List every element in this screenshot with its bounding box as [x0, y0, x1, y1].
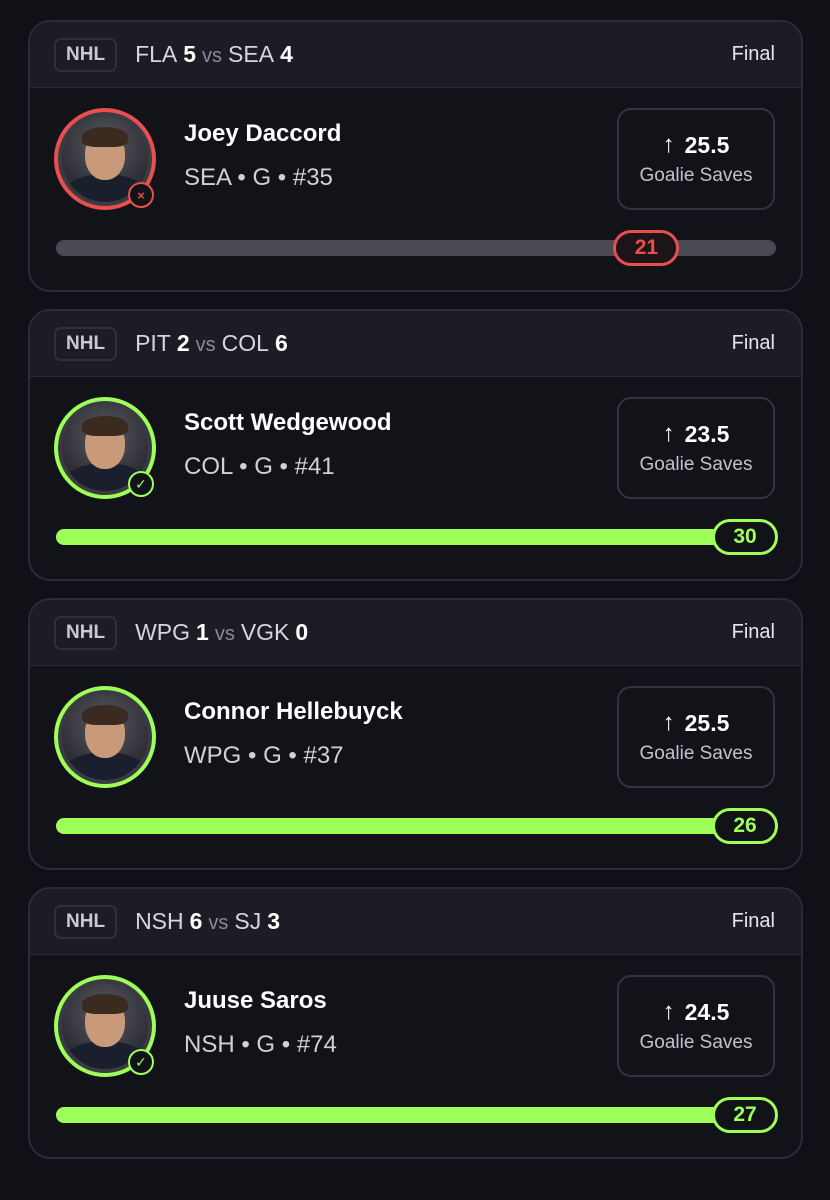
player-name[interactable]: Joey Daccord — [184, 120, 341, 148]
arrow-up-icon: ↑ — [662, 420, 675, 447]
progress-bar: 27 — [56, 1097, 778, 1133]
away-team: WPG — [135, 619, 191, 645]
stat-label: Goalie Saves — [639, 165, 753, 186]
game-status: Final — [731, 332, 775, 354]
player-photo — [62, 694, 148, 780]
game-status: Final — [731, 910, 775, 932]
player-avatar[interactable] — [54, 686, 156, 788]
prop-line-value: 25.5 — [684, 131, 730, 158]
check-icon: ✓ — [128, 471, 154, 497]
pick-card[interactable]: NHL FLA 5 vs SEA 4 Final × Joey Daccord … — [28, 20, 803, 292]
player-name[interactable]: Connor Hellebuyck — [184, 698, 403, 726]
home-score: 0 — [295, 619, 309, 645]
league-badge: NHL — [54, 37, 118, 72]
home-score: 6 — [274, 330, 288, 356]
arrow-up-icon: ↑ — [662, 131, 675, 158]
progress-bar: 26 — [56, 808, 778, 844]
prop-line-value: 25.5 — [684, 709, 730, 736]
progress-fill — [56, 1107, 776, 1123]
check-icon: ✓ — [128, 1049, 154, 1075]
prop-line-box: ↑ 24.5 Goalie Saves — [617, 975, 775, 1077]
away-score: 2 — [176, 330, 190, 356]
league-badge: NHL — [54, 326, 118, 361]
away-team: NSH — [135, 908, 184, 934]
prop-line-value: 24.5 — [684, 998, 730, 1025]
home-score: 3 — [267, 908, 281, 934]
game-header: NHL PIT 2 vs COL 6 Final — [30, 311, 801, 377]
game-header: NHL NSH 6 vs SJ 3 Final — [30, 889, 801, 955]
game-status: Final — [731, 621, 775, 643]
vs-label: vs — [214, 623, 235, 645]
player-info: COL • G • #41 — [184, 453, 335, 480]
home-score: 4 — [280, 41, 293, 67]
progress-bar: 21 — [56, 230, 776, 266]
pick-card[interactable]: NHL WPG 1 vs VGK 0 Final Connor Hellebuy… — [28, 598, 803, 870]
away-team: PIT — [135, 330, 171, 356]
game-header: NHL FLA 5 vs SEA 4 Final — [30, 22, 801, 88]
home-team: SEA — [228, 41, 275, 67]
vs-label: vs — [195, 334, 216, 356]
stat-label: Goalie Saves — [639, 743, 753, 764]
matchup: WPG 1 vs VGK 0 — [135, 619, 308, 646]
pick-card[interactable]: NHL PIT 2 vs COL 6 Final ✓ Scott Wedgewo… — [28, 309, 803, 581]
player-name[interactable]: Juuse Saros — [184, 987, 327, 1015]
pick-results-list: NHL FLA 5 vs SEA 4 Final × Joey Daccord … — [28, 20, 803, 1176]
matchup: NSH 6 vs SJ 3 — [135, 908, 280, 935]
result-value: 27 — [712, 1097, 778, 1133]
x-icon: × — [128, 182, 154, 208]
matchup: FLA 5 vs SEA 4 — [135, 41, 293, 68]
away-score: 5 — [183, 41, 197, 67]
player-info: NSH • G • #74 — [184, 1031, 337, 1058]
player-avatar[interactable]: ✓ — [54, 975, 156, 1077]
prop-line-box: ↑ 23.5 Goalie Saves — [617, 397, 775, 499]
result-value: 26 — [712, 808, 778, 844]
player-avatar[interactable]: × — [54, 108, 156, 210]
stat-label: Goalie Saves — [639, 454, 753, 475]
prop-line-value: 23.5 — [684, 420, 730, 447]
matchup: PIT 2 vs COL 6 — [135, 330, 288, 357]
result-value: 30 — [712, 519, 778, 555]
home-team: SJ — [234, 908, 262, 934]
league-badge: NHL — [54, 615, 118, 650]
progress-fill — [56, 818, 776, 834]
away-team: FLA — [135, 41, 178, 67]
game-status: Final — [731, 43, 775, 65]
progress-fill — [56, 529, 776, 545]
prop-line-box: ↑ 25.5 Goalie Saves — [617, 686, 775, 788]
player-info: WPG • G • #37 — [184, 742, 344, 769]
away-score: 1 — [196, 619, 209, 645]
player-name[interactable]: Scott Wedgewood — [184, 409, 392, 437]
progress-fill — [56, 240, 646, 256]
league-badge: NHL — [54, 904, 118, 939]
home-team: COL — [221, 330, 269, 356]
pick-card[interactable]: NHL NSH 6 vs SJ 3 Final ✓ Juuse Saros NS… — [28, 887, 803, 1159]
vs-label: vs — [202, 45, 223, 67]
progress-bar: 30 — [56, 519, 778, 555]
arrow-up-icon: ↑ — [662, 998, 675, 1025]
player-info: SEA • G • #35 — [184, 164, 333, 191]
home-team: VGK — [240, 619, 290, 645]
away-score: 6 — [189, 908, 203, 934]
result-value: 21 — [613, 230, 680, 266]
player-avatar[interactable]: ✓ — [54, 397, 156, 499]
prop-line-box: ↑ 25.5 Goalie Saves — [617, 108, 775, 210]
stat-label: Goalie Saves — [639, 1032, 753, 1053]
arrow-up-icon: ↑ — [662, 709, 675, 736]
vs-label: vs — [208, 912, 229, 934]
game-header: NHL WPG 1 vs VGK 0 Final — [30, 600, 801, 666]
